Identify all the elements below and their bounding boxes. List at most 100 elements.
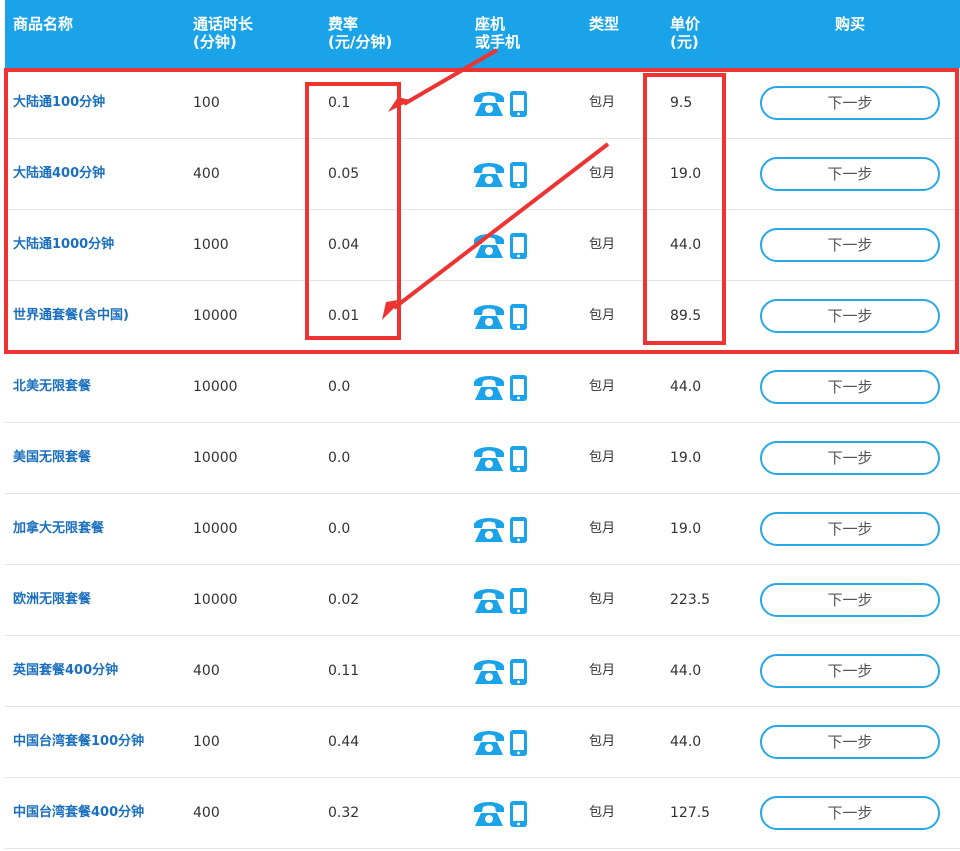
landline-phone-icon xyxy=(474,802,504,826)
device-icons xyxy=(473,443,529,475)
table-row: 英国套餐400分钟 400 0.11 包月 44.0 下一步 xyxy=(5,636,960,707)
unit-price: 44.0 xyxy=(670,663,702,679)
table-row: 美国无限套餐 10000 0.0 包月 19.0 下一步 xyxy=(5,423,960,494)
header-device-line2: 或手机 xyxy=(475,33,521,51)
mobile-phone-icon xyxy=(510,517,527,543)
product-name: 中国台湾套餐400分钟 xyxy=(13,805,145,820)
table-row: 大陆通400分钟 400 0.05 包月 19.0 下一步 xyxy=(5,139,960,210)
header-product-name: 商品名称 xyxy=(13,15,74,33)
header-rate-line1: 费率 xyxy=(328,15,359,33)
mobile-phone-icon xyxy=(510,375,527,401)
product-name: 大陆通400分钟 xyxy=(13,166,106,181)
plan-type: 包月 xyxy=(589,95,616,110)
header-price: 单价 (元) xyxy=(670,15,700,51)
landline-phone-icon xyxy=(474,589,504,613)
header-duration: 通话时长 (分钟) xyxy=(193,15,253,51)
product-name: 大陆通100分钟 xyxy=(13,95,106,110)
plan-type: 包月 xyxy=(589,734,616,749)
rate-per-minute: 0.0 xyxy=(328,521,351,537)
unit-price: 19.0 xyxy=(670,450,702,466)
device-icons xyxy=(473,514,529,546)
rate-per-minute: 0.44 xyxy=(328,734,360,750)
rate-per-minute: 0.05 xyxy=(328,166,360,182)
unit-price: 127.5 xyxy=(670,805,711,821)
landline-phone-icon xyxy=(474,234,504,258)
unit-price: 19.0 xyxy=(670,166,702,182)
mobile-phone-icon xyxy=(510,588,527,614)
next-step-button[interactable]: 下一步 xyxy=(760,441,940,475)
landline-phone-icon xyxy=(474,731,504,755)
next-step-button[interactable]: 下一步 xyxy=(760,370,940,404)
landline-phone-icon xyxy=(474,376,504,400)
device-icons xyxy=(473,727,529,759)
landline-phone-icon xyxy=(474,518,504,542)
rate-per-minute: 0.32 xyxy=(328,805,360,821)
plan-type: 包月 xyxy=(589,379,616,394)
header-price-line2: (元) xyxy=(670,33,699,51)
next-step-button[interactable]: 下一步 xyxy=(760,654,940,688)
header-rate: 费率 (元/分钟) xyxy=(328,15,392,51)
landline-phone-icon xyxy=(474,660,504,684)
header-duration-line1: 通话时长 xyxy=(193,15,254,33)
product-name: 英国套餐400分钟 xyxy=(13,663,119,678)
unit-price: 89.5 xyxy=(670,308,702,324)
call-minutes: 10000 xyxy=(193,308,238,324)
table-row: 世界通套餐(含中国) 10000 0.01 包月 89.5 下一步 xyxy=(5,281,960,352)
table-row: 欧洲无限套餐 10000 0.02 包月 223.5 下一步 xyxy=(5,565,960,636)
unit-price: 19.0 xyxy=(670,521,702,537)
product-name: 北美无限套餐 xyxy=(13,379,92,394)
device-icons xyxy=(473,656,529,688)
mobile-phone-icon xyxy=(510,659,527,685)
header-buy: 购买 xyxy=(835,15,866,33)
header-device: 座机 或手机 xyxy=(475,15,520,51)
plan-type: 包月 xyxy=(589,521,616,536)
rate-per-minute: 0.0 xyxy=(328,379,351,395)
mobile-phone-icon xyxy=(510,446,527,472)
call-minutes: 100 xyxy=(193,734,220,750)
next-step-button[interactable]: 下一步 xyxy=(760,157,940,191)
next-step-button[interactable]: 下一步 xyxy=(760,725,940,759)
header-rate-line2: (元/分钟) xyxy=(328,33,393,51)
call-minutes: 10000 xyxy=(193,379,238,395)
rate-per-minute: 0.11 xyxy=(328,663,360,679)
rate-per-minute: 0.0 xyxy=(328,450,351,466)
landline-phone-icon xyxy=(474,163,504,187)
plan-type: 包月 xyxy=(589,237,616,252)
product-name: 世界通套餐(含中国) xyxy=(13,308,129,323)
header-duration-line2: (分钟) xyxy=(193,33,237,51)
table-row: 大陆通100分钟 100 0.1 包月 9.5 下一步 xyxy=(5,68,960,139)
unit-price: 44.0 xyxy=(670,734,702,750)
call-minutes: 1000 xyxy=(193,237,229,253)
next-step-button[interactable]: 下一步 xyxy=(760,583,940,617)
unit-price: 44.0 xyxy=(670,379,702,395)
device-icons xyxy=(473,88,529,120)
landline-phone-icon xyxy=(474,447,504,471)
call-minutes: 100 xyxy=(193,95,220,111)
next-step-button[interactable]: 下一步 xyxy=(760,796,940,830)
device-icons xyxy=(473,301,529,333)
next-step-button[interactable]: 下一步 xyxy=(760,299,940,333)
mobile-phone-icon xyxy=(510,233,527,259)
next-step-button[interactable]: 下一步 xyxy=(760,86,940,120)
header-price-line1: 单价 xyxy=(670,15,701,33)
device-icons xyxy=(473,585,529,617)
call-minutes: 10000 xyxy=(193,521,238,537)
rate-per-minute: 0.1 xyxy=(328,95,351,111)
plan-type: 包月 xyxy=(589,450,616,465)
product-name: 加拿大无限套餐 xyxy=(13,521,105,536)
mobile-phone-icon xyxy=(510,91,527,117)
product-name: 美国无限套餐 xyxy=(13,450,92,465)
next-step-button[interactable]: 下一步 xyxy=(760,228,940,262)
plan-type: 包月 xyxy=(589,663,616,678)
mobile-phone-icon xyxy=(510,801,527,827)
call-minutes: 400 xyxy=(193,805,220,821)
mobile-phone-icon xyxy=(510,730,527,756)
call-minutes: 10000 xyxy=(193,450,238,466)
next-step-button[interactable]: 下一步 xyxy=(760,512,940,546)
rate-per-minute: 0.01 xyxy=(328,308,360,324)
call-minutes: 400 xyxy=(193,166,220,182)
plan-type: 包月 xyxy=(589,592,616,607)
call-minutes: 10000 xyxy=(193,592,238,608)
device-icons xyxy=(473,159,529,191)
landline-phone-icon xyxy=(474,92,504,116)
